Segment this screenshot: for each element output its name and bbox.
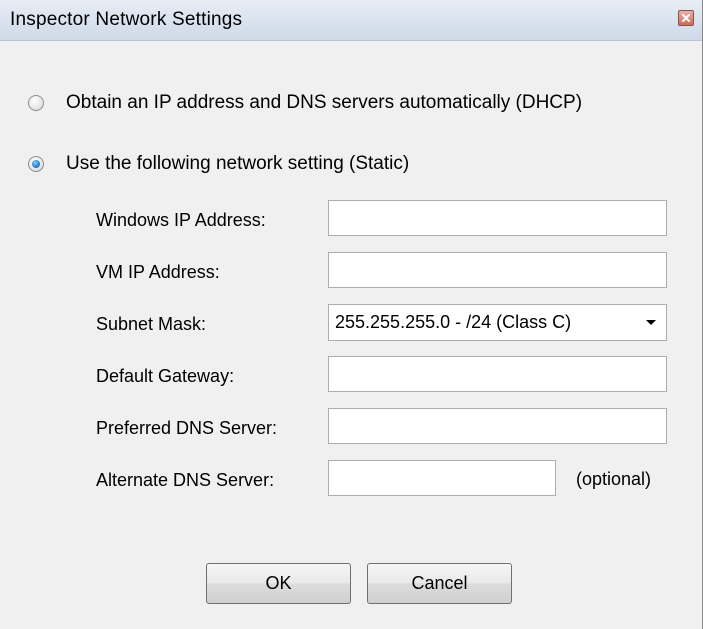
static-label: Use the following network setting (Stati… xyxy=(66,153,410,174)
preferred-dns-input[interactable] xyxy=(328,408,667,444)
subnet-mask-value: 255.255.255.0 - /24 (Class C) xyxy=(335,312,572,332)
close-button[interactable] xyxy=(678,10,694,26)
ok-button[interactable]: OK xyxy=(206,563,351,604)
static-option[interactable]: Use the following network setting (Stati… xyxy=(28,153,409,175)
dialog-title: Inspector Network Settings xyxy=(10,9,243,30)
windows-ip-label: Windows IP Address: xyxy=(96,210,266,230)
optional-note: (optional) xyxy=(576,469,652,489)
dhcp-label: Obtain an IP address and DNS servers aut… xyxy=(66,92,583,113)
alternate-dns-input[interactable] xyxy=(328,460,556,496)
vm-ip-label: VM IP Address: xyxy=(96,262,220,282)
cancel-button[interactable]: Cancel xyxy=(367,563,512,604)
subnet-mask-label: Subnet Mask: xyxy=(96,314,207,334)
dhcp-radio[interactable] xyxy=(28,95,44,111)
chevron-down-icon[interactable] xyxy=(636,319,666,327)
subnet-mask-select[interactable]: 255.255.255.0 - /24 (Class C) xyxy=(328,304,667,341)
windows-ip-input[interactable] xyxy=(328,200,667,236)
default-gateway-label: Default Gateway: xyxy=(96,366,235,386)
alternate-dns-label: Alternate DNS Server: xyxy=(96,470,275,490)
network-settings-dialog: Inspector Network Settings Obtain an IP … xyxy=(0,0,703,629)
close-icon xyxy=(682,14,690,22)
dhcp-option[interactable]: Obtain an IP address and DNS servers aut… xyxy=(28,92,582,114)
title-bar[interactable]: Inspector Network Settings xyxy=(0,0,702,41)
preferred-dns-label: Preferred DNS Server: xyxy=(96,418,278,438)
vm-ip-input[interactable] xyxy=(328,252,667,288)
static-radio[interactable] xyxy=(28,156,44,172)
default-gateway-input[interactable] xyxy=(328,356,667,392)
